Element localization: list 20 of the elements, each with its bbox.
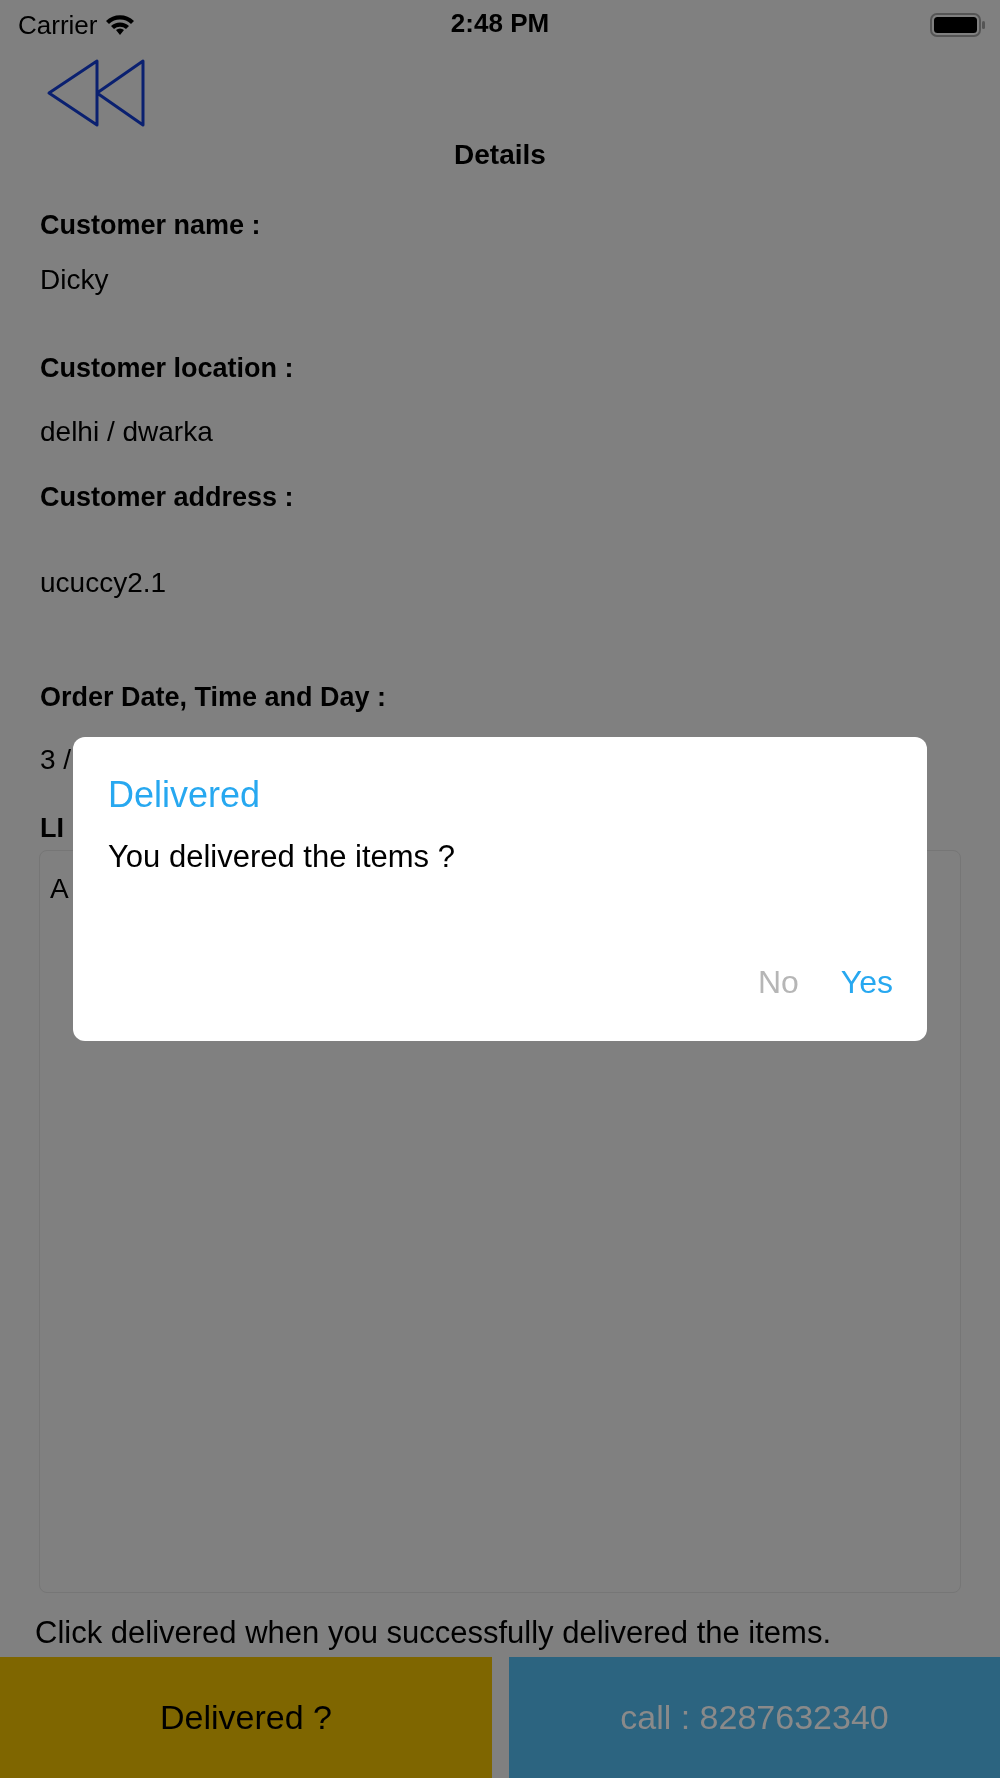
battery-icon [930,12,986,38]
call-button[interactable]: call : 8287632340 [509,1657,1000,1778]
wifi-icon [105,14,136,36]
clock-time: 2:48 PM [450,8,550,39]
instruction-text: Click delivered when you successfully delivered the items. [34,1614,833,1652]
field-label: Customer address : [40,481,294,514]
carrier-name: Carrier [18,9,98,41]
field-label: Customer name : [40,209,261,242]
field-value: ucuccy2.1 [40,566,167,600]
yes-button[interactable]: Yes [840,964,893,1001]
field-value: 3 / [40,743,72,777]
field-label: Customer location : [40,352,294,385]
field-value: Dicky [40,263,109,297]
field-value: delhi / dwarka [40,415,213,449]
delivered-button[interactable]: Delivered ? [0,1657,492,1778]
field-label: LI [40,812,64,845]
no-button[interactable]: No [757,964,799,1001]
page-title: Details [454,138,546,172]
dialog-title: Delivered [108,773,261,817]
field-label: Order Date, Time and Day : [40,681,387,714]
